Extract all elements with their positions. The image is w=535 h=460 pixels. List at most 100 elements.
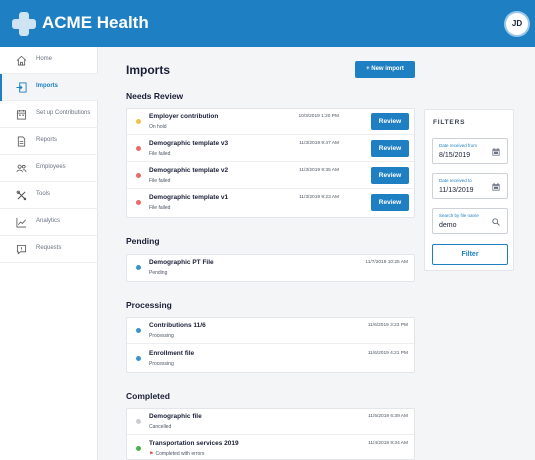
row-time: 11/3/2019 9:23 AM	[299, 195, 339, 200]
import-icon	[16, 82, 27, 93]
sidebar-item-home[interactable]: Home	[0, 47, 98, 74]
field-value: demo	[439, 222, 457, 229]
table-row[interactable]: Demographic template v3 File failed 11/3…	[127, 136, 414, 162]
sidebar-item-reports[interactable]: Reports	[0, 128, 98, 155]
filters-panel: FILTERS Date received from 8/15/2019 Dat…	[424, 109, 514, 271]
processing-card: Contributions 11/6 Processing 11/6/2019 …	[126, 317, 415, 373]
row-time: 11/4/2019 9:34 AM	[368, 441, 408, 446]
report-icon	[17, 136, 26, 147]
search-icon[interactable]	[492, 218, 500, 226]
row-status: File failed	[149, 151, 171, 157]
status-dot	[136, 173, 141, 178]
table-row[interactable]: Demographic PT File Pending 11/7/2019 10…	[127, 255, 414, 281]
field-value: 8/15/2019	[439, 152, 471, 159]
row-status-wrap: ⚑ Completed with errors	[149, 451, 204, 457]
row-status: Processing	[149, 333, 174, 339]
users-icon	[16, 164, 27, 173]
row-time: 11/3/2019 9:47 AM	[299, 141, 339, 146]
row-title: Employer contribution	[149, 113, 219, 120]
sidebar-item-employees[interactable]: Employees	[0, 155, 98, 182]
brand-name[interactable]: ACME Health	[42, 13, 149, 33]
row-time: 11/6/2019 4:21 PM	[367, 351, 408, 356]
row-time: 10/3/2019 1:20 PM	[298, 114, 339, 119]
filters-title: FILTERS	[433, 119, 466, 126]
row-status: Completed with errors	[155, 451, 205, 457]
new-import-button[interactable]: + New import	[355, 61, 415, 78]
field-label: Date received to	[439, 178, 472, 183]
sidebar-item-setup-contributions[interactable]: Set up Contributions	[0, 101, 98, 128]
search-input[interactable]: Search by file name demo	[432, 208, 508, 234]
table-row[interactable]: Contributions 11/6 Processing 11/6/2019 …	[127, 318, 414, 344]
row-title: Demographic PT File	[149, 259, 214, 266]
field-label: Date received from	[439, 143, 478, 148]
flag-icon: ⚑	[149, 451, 154, 457]
sidebar-item-imports[interactable]: Imports	[0, 74, 98, 101]
row-status: Pending	[149, 270, 168, 276]
sidebar-item-label: Set up Contributions	[36, 110, 91, 116]
needs-review-card: Employer contribution On hold 10/3/2019 …	[126, 108, 415, 218]
field-label: Search by file name	[439, 213, 479, 218]
table-row[interactable]: Transportation services 2019 ⚑ Completed …	[127, 436, 414, 460]
sidebar-item-analytics[interactable]: Analytics	[0, 209, 98, 236]
row-title: Transportation services 2019	[149, 440, 239, 447]
row-status: Cancelled	[149, 424, 172, 430]
calendar-icon	[16, 109, 27, 120]
date-to-field[interactable]: Date received to 11/13/2019	[432, 173, 508, 199]
review-button[interactable]: Review	[371, 140, 409, 157]
row-time: 11/3/2019 9:35 AM	[299, 168, 339, 173]
row-time: 11/7/2019 10:25 AM	[365, 260, 408, 265]
completed-card: Demographic file Cancelled 11/5/2019 6:3…	[126, 408, 415, 460]
review-button[interactable]: Review	[371, 194, 409, 211]
date-from-field[interactable]: Date received from 8/15/2019	[432, 138, 508, 164]
filter-button[interactable]: Filter	[432, 244, 508, 265]
table-row[interactable]: Employer contribution On hold 10/3/2019 …	[127, 109, 414, 135]
calendar-icon[interactable]	[492, 183, 500, 191]
pending-card: Demographic PT File Pending 11/7/2019 10…	[126, 254, 415, 282]
row-title: Enrollment file	[149, 350, 195, 357]
sidebar-item-label: Requests	[36, 245, 62, 251]
row-status: On hold	[149, 124, 167, 130]
sidebar-item-label: Imports	[36, 83, 59, 89]
row-title: Demographic template v1	[149, 194, 229, 201]
status-dot	[136, 419, 141, 424]
status-dot	[136, 265, 141, 270]
section-title-pending: Pending	[126, 236, 160, 246]
avatar[interactable]: JD	[506, 13, 528, 35]
status-dot	[136, 146, 141, 151]
table-row[interactable]: Enrollment file Processing 11/6/2019 4:2…	[127, 346, 414, 372]
row-title: Demographic file	[149, 413, 202, 420]
sidebar-item-label: Reports	[36, 137, 58, 143]
top-bar: ACME Health JD	[0, 0, 535, 47]
table-row[interactable]: Demographic file Cancelled 11/5/2019 6:3…	[127, 409, 414, 435]
table-row[interactable]: Demographic template v2 File failed 11/3…	[127, 163, 414, 189]
section-title-completed: Completed	[126, 391, 170, 401]
field-value: 11/13/2019	[439, 187, 474, 194]
row-time: 11/5/2019 6:39 AM	[368, 414, 408, 419]
logo-icon[interactable]	[12, 12, 36, 36]
row-title: Demographic template v3	[149, 140, 229, 147]
status-dot	[136, 119, 141, 124]
sidebar-item-label: Tools	[36, 191, 51, 197]
row-title: Demographic template v2	[149, 167, 229, 174]
sidebar-item-tools[interactable]: Tools	[0, 182, 98, 209]
row-status: Processing	[149, 361, 174, 367]
status-dot	[136, 356, 141, 361]
page-title: Imports	[126, 63, 171, 77]
sidebar-item-label: Analytics	[36, 218, 61, 224]
chat-icon	[16, 244, 27, 255]
sidebar: Home Imports Set up Contributions Report…	[0, 47, 98, 460]
sidebar-item-requests[interactable]: Requests	[0, 236, 98, 263]
analytics-icon	[16, 217, 27, 228]
status-dot	[136, 200, 141, 205]
calendar-icon[interactable]	[492, 148, 500, 156]
sidebar-item-label: Home	[36, 56, 53, 62]
status-dot	[136, 446, 141, 451]
review-button[interactable]: Review	[371, 167, 409, 184]
row-status: File failed	[149, 205, 171, 211]
section-title-needs-review: Needs Review	[126, 91, 184, 101]
row-status: File failed	[149, 178, 171, 184]
home-icon	[16, 55, 27, 66]
review-button[interactable]: Review	[371, 113, 409, 130]
row-title: Contributions 11/6	[149, 322, 206, 329]
table-row[interactable]: Demographic template v1 File failed 11/3…	[127, 190, 414, 216]
